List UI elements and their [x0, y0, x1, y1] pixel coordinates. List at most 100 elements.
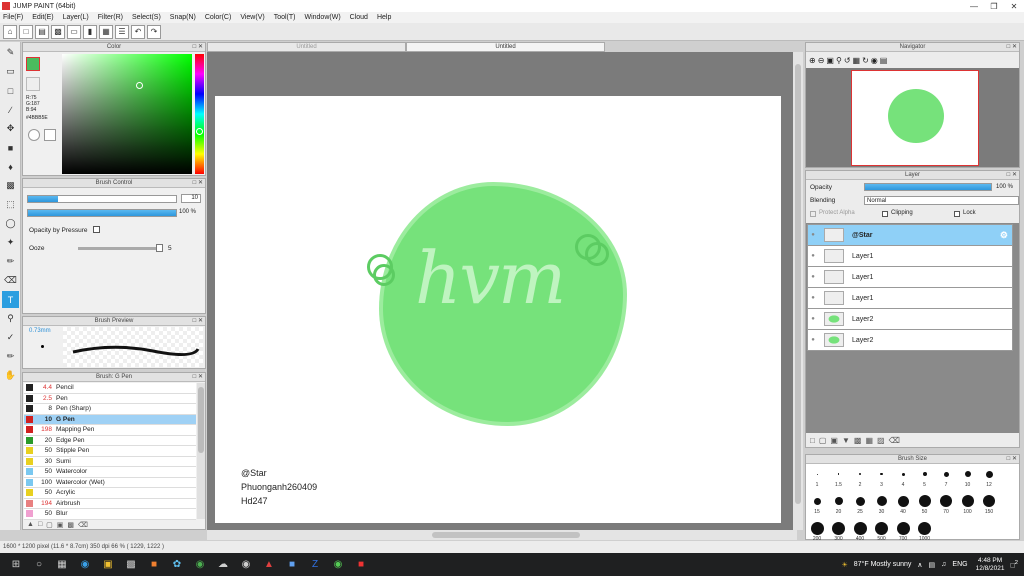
layer-merge-icon[interactable]: ▨	[877, 436, 885, 445]
camera-icon[interactable]: ◉	[236, 557, 256, 573]
blending-select[interactable]: Normal	[864, 196, 1019, 205]
zoom-tool-icon[interactable]: ⚲	[2, 310, 19, 327]
app4-icon[interactable]: ▲	[259, 557, 279, 573]
layer-visibility-icon[interactable]: ●	[808, 232, 818, 238]
layer-opacity-slider[interactable]	[864, 183, 992, 191]
brush-delete-icon[interactable]: ⌫	[78, 521, 88, 530]
canvas-horizontal-scrollbar[interactable]	[207, 530, 797, 540]
settings-icon[interactable]: ☰	[115, 24, 129, 39]
ooze-thumb[interactable]	[156, 244, 163, 252]
reset-icon[interactable]: ◉	[871, 56, 878, 65]
brush-size-slider[interactable]	[27, 195, 177, 203]
brush-item[interactable]: 194 Airbrush	[24, 498, 196, 509]
file-explorer-icon[interactable]: ▣	[98, 557, 118, 573]
brush-size-dot[interactable]	[832, 521, 845, 535]
brush-item[interactable]: 20 Edge Pen	[24, 435, 196, 446]
layer-folder-icon[interactable]: ▩	[854, 436, 862, 445]
menu-file[interactable]: File(F)	[3, 14, 23, 21]
move-tool-icon[interactable]: ✥	[2, 120, 19, 137]
brush-size-dot[interactable]	[943, 471, 949, 477]
menu-help[interactable]: Help	[377, 14, 391, 21]
search-icon[interactable]: ○	[29, 557, 49, 573]
text-tool-icon[interactable]: T	[2, 291, 19, 308]
transparent-swatch[interactable]	[26, 77, 40, 91]
brush-size-dot[interactable]	[922, 472, 927, 476]
rect-tool-icon[interactable]: □	[2, 82, 19, 99]
panel-buttons-icon[interactable]: □ ✕	[1007, 43, 1017, 52]
tray-chevron-icon[interactable]: ∧	[917, 561, 922, 569]
brush-copy-icon[interactable]: ▢	[46, 521, 53, 530]
brush-item[interactable]: 50 Watercolor	[24, 467, 196, 478]
brush-size-value[interactable]: 10	[181, 194, 201, 203]
bucket-tool-icon[interactable]: ♦	[2, 158, 19, 175]
layer-row[interactable]: ● @Star ⚙	[807, 225, 1013, 246]
brush-size-dot[interactable]	[896, 521, 910, 535]
brush-size-dot[interactable]	[940, 495, 952, 507]
layer-row[interactable]: ● Layer1	[807, 246, 1013, 267]
network-icon[interactable]: ▤	[929, 561, 936, 569]
panel-buttons-icon[interactable]: □ ✕	[1007, 455, 1017, 464]
select-rect-icon[interactable]: ⬚	[2, 196, 19, 213]
layer-row[interactable]: ● Layer1	[807, 267, 1013, 288]
save-icon[interactable]: ▩	[51, 24, 65, 39]
chrome-icon[interactable]: ◉	[190, 557, 210, 573]
grid-icon[interactable]: ▦	[99, 24, 113, 39]
panel-buttons-icon[interactable]: □ ✕	[193, 43, 203, 52]
zoom-out-icon[interactable]: ⊖	[818, 56, 825, 65]
lasso-tool-icon[interactable]: ◯	[2, 215, 19, 232]
undo-icon[interactable]: ↶	[131, 24, 145, 39]
brush-size-dot[interactable]	[810, 521, 824, 535]
select-pen-icon[interactable]: ✏	[2, 253, 19, 270]
brush-item[interactable]: 100 Watercolor (Wet)	[24, 477, 196, 488]
brush-item[interactable]: 50 Acrylic	[24, 488, 196, 499]
eraser-tool-icon[interactable]: ▭	[2, 63, 19, 80]
language-indicator[interactable]: ENG	[952, 561, 967, 568]
brush-size-dot[interactable]	[901, 472, 905, 476]
brush-size-dot[interactable]	[816, 473, 818, 475]
pen-tool-icon[interactable]: ✎	[2, 44, 19, 61]
brush-size-dot[interactable]	[880, 472, 883, 476]
brush-item[interactable]: 2.5 Pen	[24, 393, 196, 404]
brush-size-dot[interactable]	[918, 521, 931, 535]
menu-view[interactable]: View(V)	[240, 14, 264, 21]
layer-visibility-icon[interactable]: ●	[808, 253, 818, 259]
app6-icon[interactable]: ◉	[328, 557, 348, 573]
zoom-in-icon[interactable]: ⊕	[809, 56, 816, 65]
brush-size-dot[interactable]	[876, 496, 887, 506]
brush-item[interactable]: 8 Pen (Sharp)	[24, 404, 196, 415]
hand-tool-icon[interactable]: ✋	[2, 367, 19, 384]
app3-icon[interactable]: ☁	[213, 557, 233, 573]
fill-rect-icon[interactable]: ■	[2, 139, 19, 156]
tab-untitled-1[interactable]: Untitled	[207, 42, 406, 52]
gradient-tool-icon[interactable]: ▩	[2, 177, 19, 194]
panel-buttons-icon[interactable]: □ ✕	[193, 317, 203, 326]
brush-size-dot[interactable]	[813, 497, 821, 505]
menu-cloud[interactable]: Cloud	[350, 14, 368, 21]
new-layer3-icon[interactable]: ▣	[830, 436, 838, 445]
fit-icon[interactable]: ▣	[826, 56, 834, 65]
brush-item[interactable]: 30 Sumi	[24, 456, 196, 467]
panel-buttons-icon[interactable]: □ ✕	[1007, 171, 1017, 180]
brush-size-dot[interactable]	[985, 470, 993, 478]
brush-folder-icon[interactable]: ▣	[57, 521, 64, 530]
rotate-left-icon[interactable]: ↺	[844, 56, 851, 65]
menu-layer[interactable]: Layer(L)	[63, 14, 89, 21]
new-file-icon[interactable]: □	[19, 24, 33, 39]
line-tool-icon[interactable]: ∕	[2, 101, 19, 118]
hue-slider[interactable]	[195, 54, 204, 174]
edge-icon[interactable]: ◉	[75, 557, 95, 573]
brush-item[interactable]: 50 Blur	[24, 509, 196, 520]
minimize-button[interactable]: —	[964, 2, 984, 11]
menu-snap[interactable]: Snap(N)	[170, 14, 196, 21]
layer-row[interactable]: ● Layer2	[807, 309, 1013, 330]
task-view-icon[interactable]: ▦	[52, 557, 72, 573]
lock-checkbox[interactable]	[954, 211, 960, 217]
brush-new-icon[interactable]: □	[38, 521, 42, 530]
panel-buttons-icon[interactable]: □ ✕	[193, 373, 203, 382]
open-file-icon[interactable]: ▤	[35, 24, 49, 39]
start-icon[interactable]: ⊞	[6, 557, 26, 573]
layer-visibility-icon[interactable]: ●	[808, 274, 818, 280]
brush-add-icon[interactable]: ▲	[27, 521, 34, 530]
zoom-icon[interactable]: ⚲	[836, 56, 842, 65]
select-eraser-icon[interactable]: ⌫	[2, 272, 19, 289]
